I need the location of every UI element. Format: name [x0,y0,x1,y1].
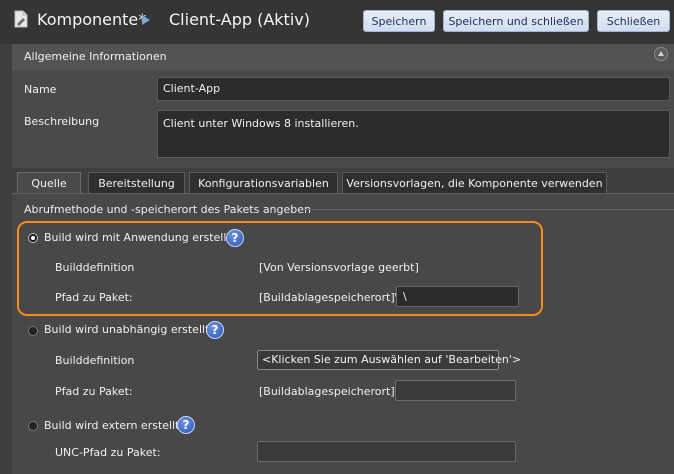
tab-bereitstellung[interactable]: Bereitstellung [88,172,185,193]
group-divider [303,209,674,210]
name-label: Name [24,83,57,96]
package-path-prefix: [Buildablagespeicherort]\ [259,385,399,398]
help-icon[interactable]: ? [206,321,224,339]
build-definition-label: Builddefinition [55,261,135,274]
tab-konfigurationsvariablen[interactable]: Konfigurationsvariablen [189,172,338,193]
package-path-label: Pfad zu Paket: [55,385,133,398]
tab-quelle[interactable]: Quelle [17,172,81,193]
build-definition-select[interactable]: <Klicken Sie zum Auswählen auf 'Bearbeit… [257,350,521,370]
save-button[interactable]: Speichern [363,10,435,32]
description-label: Beschreibung [24,115,100,128]
document-icon [14,10,28,28]
unc-path-input[interactable] [257,441,516,462]
page-subtitle: Client-App (Aktiv) [169,10,310,29]
unc-path-label: UNC-Pfad zu Paket: [55,446,161,459]
option-with-application-label[interactable]: Build wird mit Anwendung erstellt [44,231,231,244]
package-path-prefix: [Buildablagespeicherort]\ [259,291,399,304]
description-field[interactable]: Client unter Windows 8 installieren. [157,110,670,158]
radio-independent[interactable] [28,326,38,336]
build-definition-label: Builddefinition [55,354,135,367]
build-definition-value: [Von Versionsvorlage geerbt] [259,261,419,274]
package-path-label: Pfad zu Paket: [55,291,133,304]
package-path-input[interactable]: \ [396,286,519,307]
collapse-icon[interactable] [654,47,668,61]
help-icon[interactable]: ? [177,416,195,434]
package-path-input[interactable] [395,380,516,401]
general-info-title: Allgemeine Informationen [24,50,167,63]
option-independent-label[interactable]: Build wird unabhängig erstellt [44,323,209,336]
close-button[interactable]: Schließen [597,10,670,32]
option-external-label[interactable]: Build wird extern erstellt [44,419,179,432]
page-title: Komponente* [37,10,147,29]
breadcrumb-arrow-icon [142,15,150,25]
help-icon[interactable]: ? [226,229,244,247]
name-field[interactable]: Client-App [157,77,670,101]
radio-with-application[interactable] [28,233,38,243]
save-and-close-button[interactable]: Speichern und schließen [443,10,589,32]
tab-versionsvorlagen[interactable]: Versionsvorlagen, die Komponente verwend… [342,172,607,193]
group-label: Abrufmethode und -speicherort des Pakets… [24,203,312,216]
radio-external[interactable] [28,421,38,431]
